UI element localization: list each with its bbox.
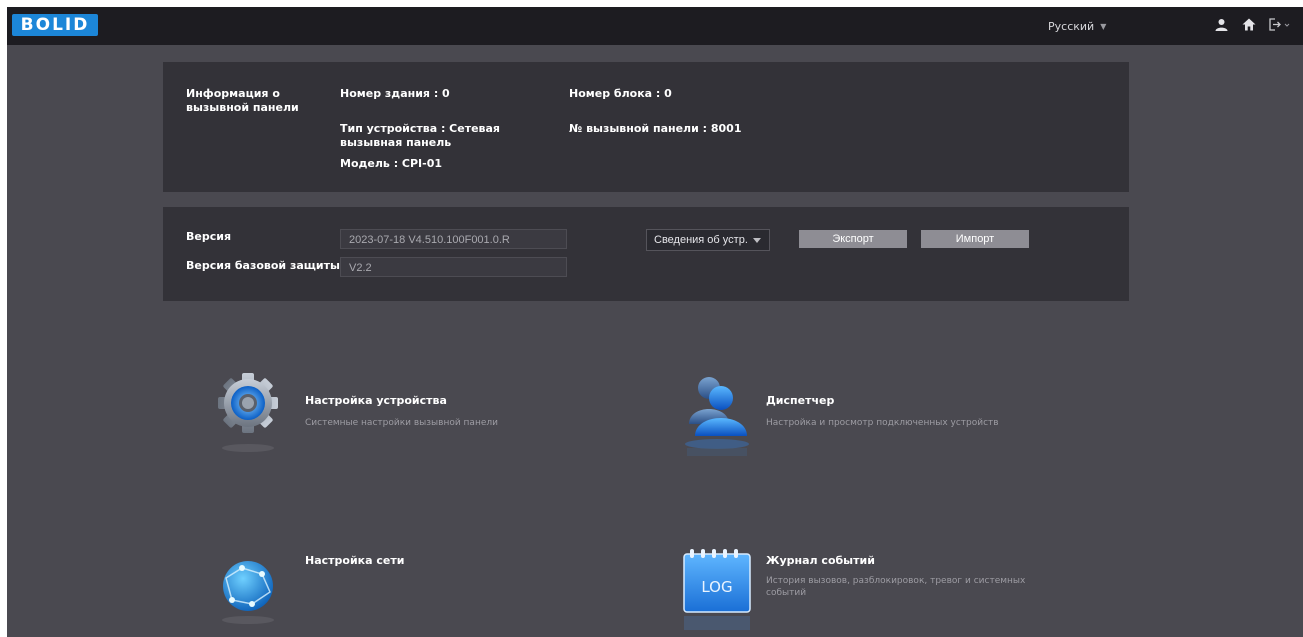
top-bar: BOLID Русский ▼ [7, 7, 1303, 45]
tile-network-settings[interactable]: Настройка сети [212, 542, 582, 637]
building-number: Номер здания : 0 [340, 87, 450, 100]
logout-icon[interactable] [1269, 16, 1291, 32]
tile-description: Настройка и просмотр подключенных устрой… [766, 418, 999, 428]
tile-description: История вызовов, разблокировок, тревог и… [766, 576, 1026, 598]
base-protection-field: V2.2 [340, 257, 567, 277]
brand-logo: BOLID [12, 14, 98, 36]
select-value: Сведения об устр. [654, 234, 748, 246]
language-label: Русский [1048, 19, 1095, 33]
tile-event-log[interactable]: LOG Журнал событий История вызовов, разб… [675, 542, 1045, 637]
top-icons [1213, 16, 1291, 32]
section-label-info: Информация о вызывной панели [186, 87, 299, 114]
panel-number: № вызывной панели : 8001 [569, 122, 742, 135]
language-selector[interactable]: Русский ▼ [1048, 18, 1106, 34]
users-icon [685, 377, 749, 456]
tile-title: Журнал событий [766, 554, 875, 567]
tile-title: Настройка сети [305, 554, 405, 567]
gear-icon [218, 373, 278, 452]
tile-title: Настройка устройства [305, 394, 447, 407]
import-button[interactable]: Импорт [921, 230, 1029, 248]
log-icon-text: LOG [701, 578, 732, 596]
device-type: Тип устройства : Сетевая вызывная панель [340, 122, 500, 149]
home-icon[interactable] [1241, 16, 1257, 32]
chevron-down-icon: ▼ [1100, 21, 1107, 31]
tile-device-settings[interactable]: Настройка устройства Системные настройки… [212, 362, 582, 462]
version-panel: Версия 2023-07-18 V4.510.100F001.0.R Вер… [163, 207, 1129, 301]
log-icon: LOG [683, 549, 751, 630]
base-protection-label: Версия базовой защиты [186, 259, 340, 272]
version-label: Версия [186, 230, 232, 243]
version-field: 2023-07-18 V4.510.100F001.0.R [340, 229, 567, 249]
logo-text: BOLID [20, 15, 90, 35]
model: Модель : CPI-01 [340, 157, 443, 170]
chevron-down-icon [753, 238, 761, 243]
block-number: Номер блока : 0 [569, 87, 672, 100]
app-window: BOLID Русский ▼ Информация о вызывной па… [7, 7, 1303, 637]
tile-description: Системные настройки вызывной панели [305, 418, 498, 428]
device-info-select[interactable]: Сведения об устр. [646, 229, 770, 251]
tile-dispatcher[interactable]: Диспетчер Настройка и просмотр подключен… [675, 362, 1045, 462]
intercom-info-panel: Информация о вызывной панели Номер здани… [163, 62, 1129, 192]
export-button[interactable]: Экспорт [799, 230, 907, 248]
globe-icon [222, 561, 274, 624]
user-icon[interactable] [1213, 16, 1229, 32]
tile-title: Диспетчер [766, 394, 835, 407]
